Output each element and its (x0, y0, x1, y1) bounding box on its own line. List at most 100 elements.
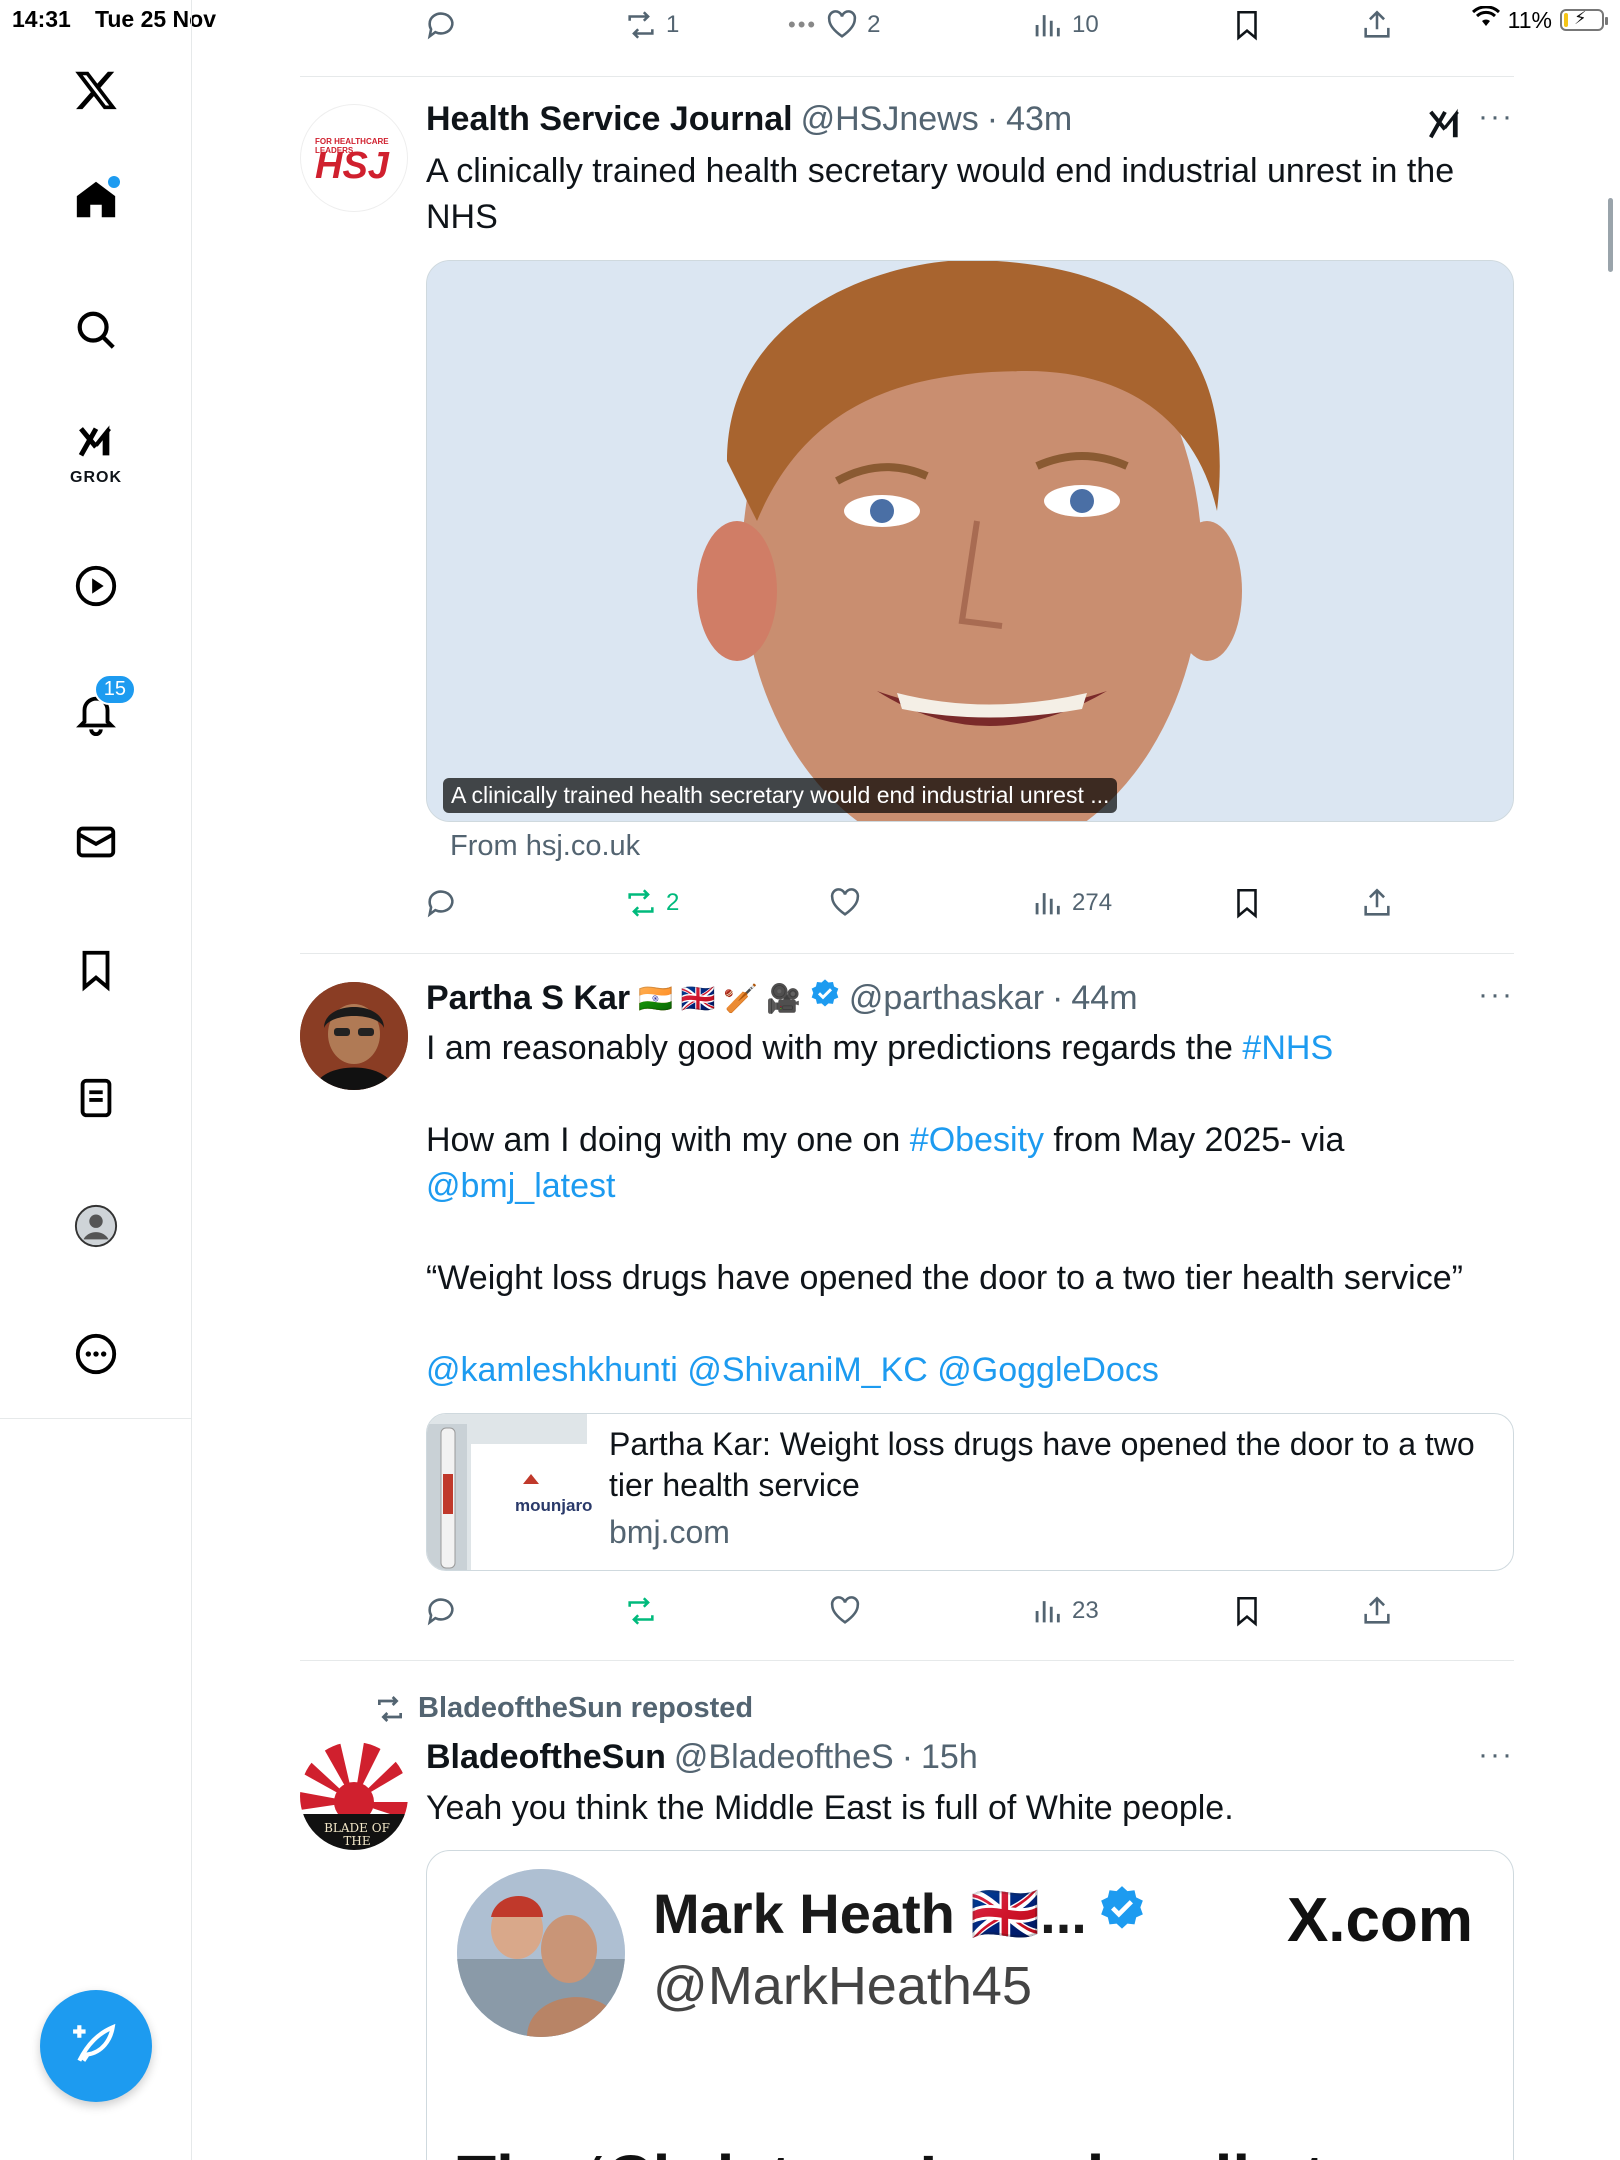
quoted-screenshot[interactable]: Mark Heath 🇬🇧... @MarkHeath45 X.com The … (426, 1850, 1514, 2160)
author-name[interactable]: Partha S Kar (426, 979, 630, 1018)
repost-button[interactable] (624, 1594, 658, 1628)
post-header: BladeoftheSun @BladeoftheS · 15h (426, 1738, 978, 1777)
heart-icon (827, 10, 857, 38)
card-domain: bmj.com (609, 1514, 730, 1550)
views-count: 23 (1072, 1597, 1099, 1624)
battery-icon: ⚡ (1560, 8, 1608, 31)
like-button[interactable] (828, 1594, 862, 1628)
card-title: Partha Kar: Weight loss drugs have opene… (609, 1426, 1475, 1503)
link-card[interactable]: mounjaro Partha Kar: Weight loss drugs h… (426, 1413, 1514, 1571)
post-more-button[interactable]: ··· (1478, 100, 1514, 134)
link-preview-image[interactable]: A clinically trained health secretary wo… (426, 260, 1514, 822)
author-name[interactable]: Health Service Journal (426, 100, 793, 139)
mail-icon (73, 819, 119, 870)
mention-bmj-latest[interactable]: @bmj_latest (426, 1163, 1514, 1209)
post-time[interactable]: 44m (1071, 979, 1137, 1018)
quoted-avatar (457, 1869, 625, 2037)
bookmark-button[interactable] (1230, 8, 1264, 42)
nav-home[interactable] (60, 166, 132, 238)
avatar[interactable]: FOR HEALTHCARE LEADERS HSJ (300, 104, 408, 212)
bookmark-button[interactable] (1230, 886, 1264, 920)
nav-profile[interactable] (60, 1192, 132, 1264)
repost-label[interactable]: BladeoftheSun reposted (418, 1692, 753, 1725)
nav-lists[interactable] (60, 1064, 132, 1136)
share-icon (1364, 1596, 1390, 1624)
text-segment: How am I doing with my one on (426, 1121, 910, 1159)
bookmark-icon (1237, 10, 1257, 41)
compose-icon (71, 2019, 121, 2074)
views-button[interactable]: 10 (1030, 8, 1099, 42)
post-time[interactable]: 43m (1006, 100, 1072, 139)
mention-shivanim-kc[interactable]: @ShivaniM_KC (687, 1351, 928, 1389)
lists-icon (73, 1075, 119, 1126)
author-handle[interactable]: @BladeoftheS (674, 1738, 894, 1777)
share-icon (1364, 10, 1390, 38)
bookmark-icon (1237, 888, 1257, 919)
repost-button[interactable]: 2 (624, 886, 679, 920)
avatar-text: BLADE OF THE (324, 1821, 390, 1848)
thumb-label: mounjaro (515, 1496, 593, 1515)
separator: · (1052, 979, 1064, 1017)
compose-button[interactable] (40, 1990, 152, 2102)
share-button[interactable] (1360, 8, 1394, 42)
battery-percent: 11% (1507, 6, 1552, 33)
reply-button[interactable] (424, 886, 458, 920)
reply-button[interactable] (424, 1594, 458, 1628)
heart-icon (830, 1596, 860, 1624)
verified-badge-icon (809, 978, 841, 1019)
x-logo-icon[interactable] (60, 54, 132, 126)
views-count: 10 (1072, 11, 1099, 38)
search-icon (73, 307, 119, 358)
nav-more[interactable] (60, 1320, 132, 1392)
post-time[interactable]: 15h (921, 1738, 978, 1777)
notifications-badge: 15 (93, 674, 136, 705)
link-source[interactable]: From hsj.co.uk (450, 830, 640, 863)
repost-button[interactable]: 1 (624, 8, 679, 42)
nav-search[interactable] (60, 296, 132, 368)
nav-notifications[interactable]: 15 (60, 674, 136, 752)
avatar[interactable]: BLADE OF THE (300, 1742, 408, 1850)
bookmark-button[interactable] (1230, 1594, 1264, 1628)
scrollbar[interactable] (1608, 198, 1613, 272)
share-button[interactable] (1360, 1594, 1394, 1628)
separator: · (986, 100, 999, 138)
views-button[interactable]: 274 (1030, 886, 1112, 920)
quoted-name: Mark Heath 🇬🇧... (653, 1882, 1087, 1945)
quote-line: “Weight loss drugs have opened the door … (426, 1259, 1463, 1297)
post-divider (300, 1660, 1514, 1661)
nav-video[interactable] (60, 552, 132, 624)
grok-post-icon[interactable] (1426, 104, 1464, 147)
nav-grok[interactable]: GROK (60, 418, 132, 490)
mention-kamleshkhunti[interactable]: @kamleshkhunti (426, 1351, 678, 1389)
hashtag-obesity[interactable]: #Obesity (910, 1121, 1044, 1159)
reply-icon (427, 12, 454, 40)
post-text: I am reasonably good with my predictions… (426, 1025, 1514, 1393)
quoted-avatar-photo (457, 1869, 625, 2037)
like-button[interactable]: ••• 2 (788, 8, 880, 42)
post-divider (300, 953, 1514, 954)
media-caption: A clinically trained health secretary wo… (443, 778, 1118, 813)
post-more-button[interactable]: ··· (1478, 1738, 1514, 1772)
text-segment: from May 2025- via (1043, 1121, 1345, 1159)
text-segment: I am reasonably good with my predictions… (426, 1029, 1243, 1067)
author-name[interactable]: BladeoftheSun (426, 1738, 666, 1777)
nav-messages[interactable] (60, 808, 132, 880)
reply-button[interactable] (424, 8, 458, 42)
views-button[interactable]: 23 (1030, 1594, 1099, 1628)
author-handle[interactable]: @parthaskar (849, 979, 1044, 1018)
like-button[interactable] (828, 886, 862, 920)
views-count: 274 (1072, 889, 1113, 916)
post-text: A clinically trained health secretary wo… (426, 152, 1455, 236)
nav-bookmarks[interactable] (60, 936, 132, 1008)
hashtag-nhs[interactable]: #NHS (1242, 1029, 1333, 1067)
avatar[interactable] (300, 982, 408, 1090)
mention-goggledocs[interactable]: @GoggleDocs (937, 1351, 1159, 1389)
post-more-button[interactable]: ··· (1478, 978, 1514, 1012)
share-button[interactable] (1360, 886, 1394, 920)
quoted-handle: @MarkHeath45 (653, 1956, 1032, 2016)
author-handle[interactable]: @HSJnews (801, 100, 979, 139)
repost-count: 1 (666, 11, 680, 38)
heart-icon (830, 888, 860, 916)
